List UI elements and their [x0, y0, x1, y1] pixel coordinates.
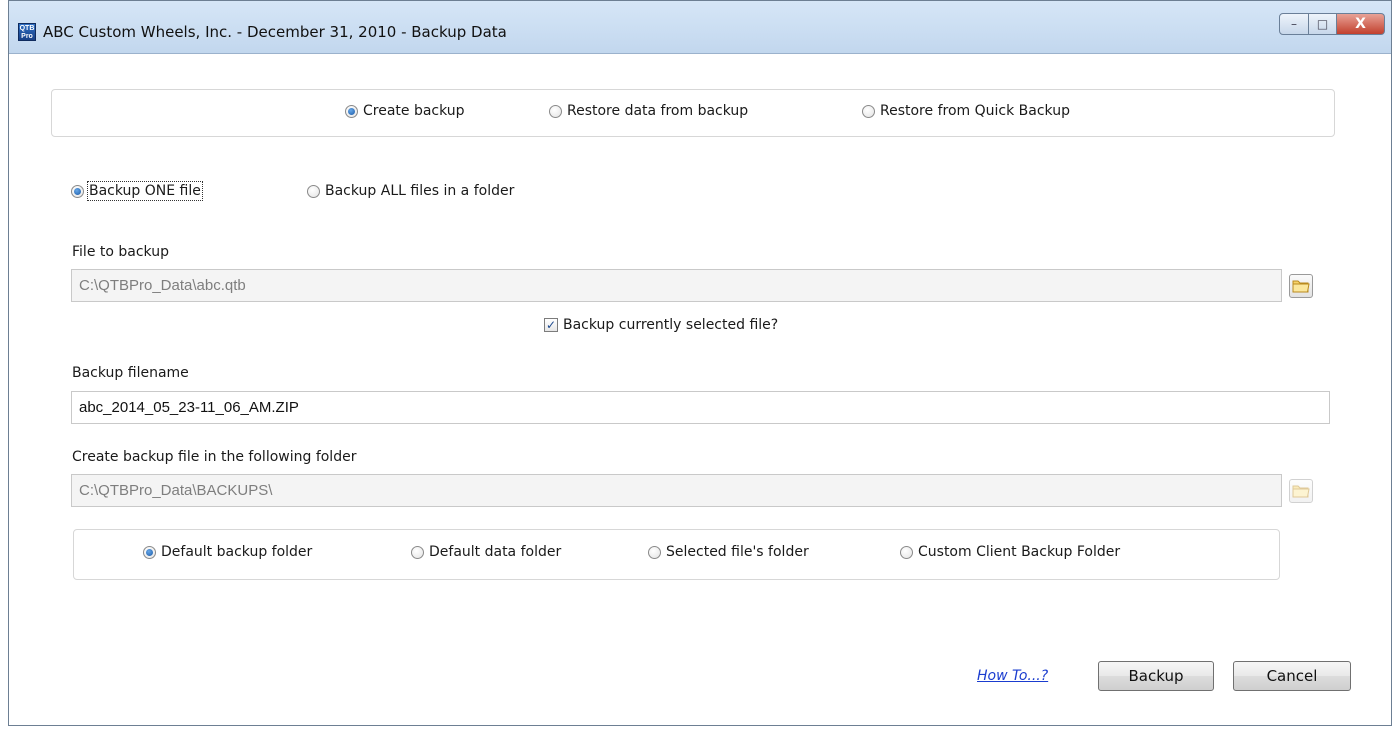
app-icon-text-top: QTB [19, 25, 35, 32]
radio-selected-file-folder-indicator[interactable] [648, 545, 661, 559]
radio-selected-file-folder-label: Selected file's folder [666, 544, 809, 560]
app-icon: QTB Pro [18, 23, 36, 41]
radio-default-backup-folder[interactable]: Default backup folder [143, 544, 312, 560]
radio-default-backup-folder-indicator[interactable] [143, 545, 156, 559]
file-to-backup-label: File to backup [72, 244, 169, 260]
minimize-icon: – [1291, 17, 1297, 31]
file-to-backup-field: C:\QTBPro_Data\abc.qtb [71, 269, 1282, 302]
window-title: ABC Custom Wheels, Inc. - December 31, 2… [43, 23, 507, 41]
radio-default-data-folder[interactable]: Default data folder [411, 544, 561, 560]
radio-create-backup[interactable]: Create backup [345, 103, 465, 119]
radio-backup-one-file-indicator[interactable] [71, 184, 84, 198]
radio-restore-from-backup-indicator[interactable] [549, 104, 562, 118]
cancel-button[interactable]: Cancel [1233, 661, 1351, 691]
minimize-button[interactable]: – [1279, 13, 1309, 35]
radio-backup-all-files-indicator[interactable] [307, 184, 320, 198]
radio-restore-from-backup[interactable]: Restore data from backup [549, 103, 748, 119]
backup-filename-input[interactable]: abc_2014_05_23-11_06_AM.ZIP [71, 391, 1330, 424]
close-icon: X [1355, 16, 1366, 32]
title-bar[interactable]: QTB Pro ABC Custom Wheels, Inc. - Decemb… [9, 1, 1391, 54]
backup-filename-label: Backup filename [72, 365, 189, 381]
how-to-link[interactable]: How To...? [977, 668, 1048, 684]
maximize-button[interactable]: □ [1309, 13, 1337, 35]
radio-restore-quick-backup[interactable]: Restore from Quick Backup [862, 103, 1070, 119]
radio-restore-from-backup-label: Restore data from backup [567, 103, 749, 119]
browse-folder-button[interactable] [1289, 479, 1313, 503]
backup-folder-label: Create backup file in the following fold… [72, 449, 357, 465]
radio-create-backup-label: Create backup [363, 103, 465, 119]
radio-backup-all-files-label: Backup ALL files in a folder [325, 183, 515, 199]
radio-default-data-folder-indicator[interactable] [411, 545, 424, 559]
app-icon-text-bottom: Pro [21, 33, 33, 40]
browse-file-button[interactable] [1289, 274, 1313, 298]
backup-selected-file-label: Backup currently selected file? [563, 317, 779, 333]
window-controls: – □ X [1279, 13, 1385, 37]
mode-group: Create backup Restore data from backup R… [51, 89, 1335, 137]
dialog-content: Create backup Restore data from backup R… [9, 54, 1391, 725]
maximize-icon: □ [1316, 17, 1329, 31]
backup-folder-field: C:\QTBPro_Data\BACKUPS\ [71, 474, 1282, 507]
radio-restore-quick-backup-indicator[interactable] [862, 104, 875, 118]
radio-restore-quick-backup-label: Restore from Quick Backup [880, 103, 1070, 119]
folder-choice-group: Default backup folder Default data folde… [73, 529, 1280, 580]
radio-custom-client-folder[interactable]: Custom Client Backup Folder [900, 544, 1120, 560]
radio-backup-all-files[interactable]: Backup ALL files in a folder [307, 183, 514, 199]
radio-selected-file-folder[interactable]: Selected file's folder [648, 544, 809, 560]
backup-button[interactable]: Backup [1098, 661, 1214, 691]
radio-default-data-folder-label: Default data folder [429, 544, 562, 560]
backup-data-window: QTB Pro ABC Custom Wheels, Inc. - Decemb… [8, 0, 1392, 726]
radio-backup-one-file-label: Backup ONE file [87, 181, 203, 201]
backup-selected-file-checkbox[interactable]: ✓ [544, 318, 558, 332]
radio-custom-client-folder-indicator[interactable] [900, 545, 913, 559]
radio-custom-client-folder-label: Custom Client Backup Folder [918, 544, 1121, 560]
folder-icon [1292, 485, 1310, 498]
radio-default-backup-folder-label: Default backup folder [161, 544, 313, 560]
radio-create-backup-indicator[interactable] [345, 104, 358, 118]
folder-icon [1292, 280, 1310, 293]
close-button[interactable]: X [1337, 13, 1385, 35]
backup-selected-file-checkbox-row[interactable]: ✓ Backup currently selected file? [544, 317, 778, 333]
radio-backup-one-file[interactable]: Backup ONE file [71, 181, 203, 201]
